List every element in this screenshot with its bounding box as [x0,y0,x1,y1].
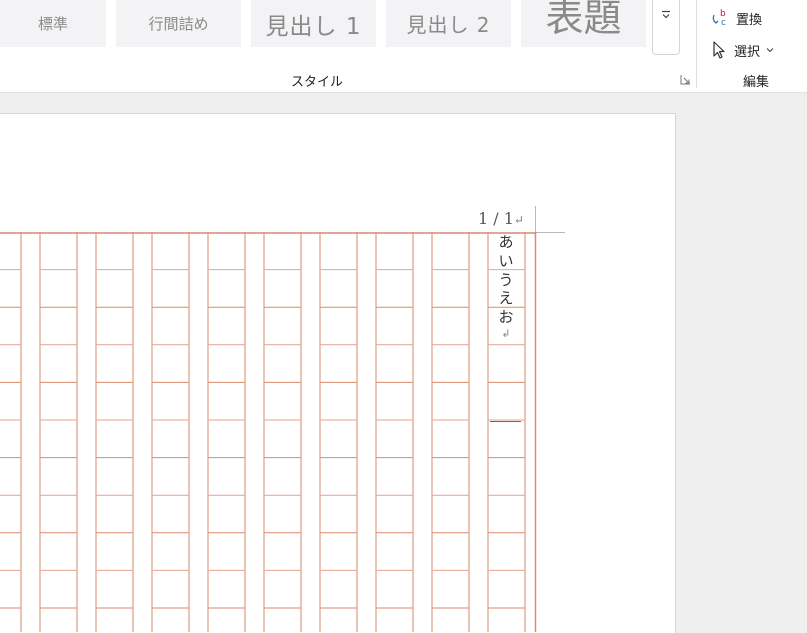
ribbon: 標準 行間詰め 見出し 1 見出し 2 表題 スタイル b c 置換 選択 編集 [0,0,807,93]
replace-icon: b c [712,9,726,28]
style-group-label: スタイル [290,75,343,90]
edit-group-label: 編集 [742,75,769,90]
manuscript-grid [0,232,537,632]
style-standard[interactable]: 標準 [0,0,106,47]
text-char: え [498,289,514,308]
svg-text:c: c [721,18,726,28]
text-char: お [498,308,514,327]
select-label: 選択 [734,44,761,60]
dialog-launcher-icon[interactable] [680,74,691,85]
margin-corner-mark [536,232,565,233]
replace-button[interactable]: b c 置換 [710,7,762,29]
paragraph-mark: ↵ [513,213,524,227]
text-cursor [490,421,521,422]
style-heading-2[interactable]: 見出し 2 [386,0,511,47]
page-number-text: 1 / 1 [478,209,514,228]
vertical-text-line[interactable]: あ い う え お ↲ [497,233,515,341]
text-char: あ [498,233,514,251]
group-divider [696,0,697,88]
return-mark: ↲ [501,326,511,340]
style-gallery-more-button[interactable] [652,0,680,55]
chevron-down-icon [766,48,774,53]
replace-label: 置換 [736,12,763,28]
text-char: う [498,270,514,289]
margin-corner-mark [535,206,536,233]
style-no-spacing[interactable]: 行間詰め [116,0,241,47]
document-page[interactable]: 1 / 1↵ あ い う え お ↲ [0,113,676,633]
style-title[interactable]: 表題 [521,0,646,47]
style-heading-1[interactable]: 見出し 1 [251,0,376,47]
select-button[interactable]: 選択 [710,39,774,61]
cursor-arrow-icon [713,41,725,59]
page-number: 1 / 1↵ [478,209,524,228]
text-char: い [498,251,514,270]
chevron-down-icon [662,10,670,19]
